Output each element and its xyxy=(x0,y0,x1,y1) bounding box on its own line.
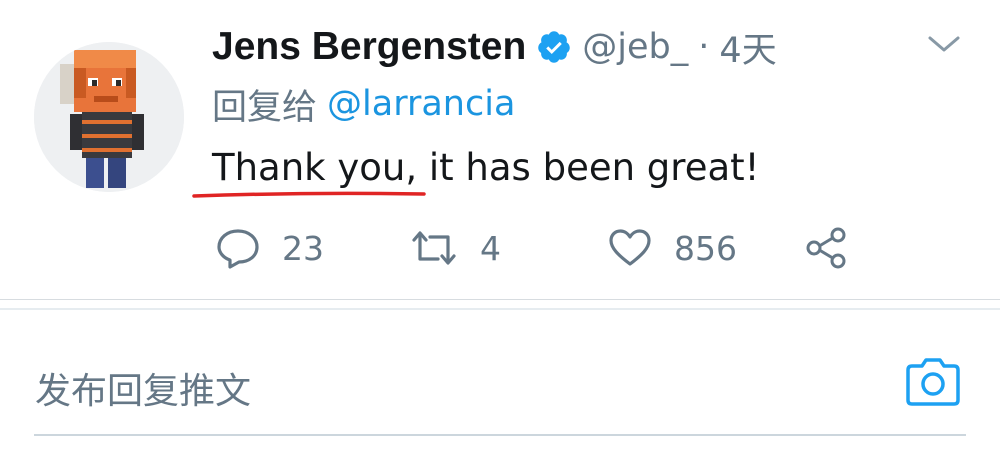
tweet-header: Jens Bergensten @jeb_ · 4天 xyxy=(212,20,777,74)
reply-context: 回复给 @larrancia xyxy=(212,78,515,130)
verified-badge-icon xyxy=(538,31,571,63)
tweet-actions: 23 4 856 xyxy=(212,222,862,274)
heart-icon xyxy=(609,229,651,266)
tweet-text: Thank you, it has been great! xyxy=(212,145,760,189)
avatar[interactable] xyxy=(34,42,184,192)
like-count: 856 xyxy=(674,228,737,268)
share-button[interactable] xyxy=(804,222,848,274)
share-icon xyxy=(806,227,846,269)
divider xyxy=(0,299,1000,300)
author-name[interactable]: Jens Bergensten xyxy=(212,25,526,69)
reply-count: 23 xyxy=(282,228,324,268)
reply-mention-link[interactable]: @larrancia xyxy=(327,84,515,124)
tweet-timestamp[interactable]: 4天 xyxy=(719,22,776,73)
avatar-character-image xyxy=(34,42,184,192)
reply-bubble-icon xyxy=(217,229,259,269)
composer-underline xyxy=(34,434,966,436)
divider xyxy=(0,308,1000,310)
reply-composer[interactable]: 发布回复推文 xyxy=(0,340,1000,436)
author-handle[interactable]: @jeb_ xyxy=(582,27,688,67)
like-button[interactable]: 856 xyxy=(608,222,737,274)
header-separator: · xyxy=(698,27,710,67)
chevron-down-icon[interactable] xyxy=(924,28,964,60)
retweet-button[interactable]: 4 xyxy=(410,222,501,274)
annotation-underline xyxy=(192,191,426,198)
retweet-icon xyxy=(412,231,456,265)
reply-button[interactable]: 23 xyxy=(216,222,324,274)
reply-composer-placeholder[interactable]: 发布回复推文 xyxy=(35,362,251,414)
reply-to-label: 回复给 xyxy=(212,87,318,128)
camera-icon[interactable] xyxy=(904,356,962,408)
retweet-count: 4 xyxy=(480,228,501,268)
tweet: Jens Bergensten @jeb_ · 4天 回复给 @larranci… xyxy=(0,0,1000,300)
